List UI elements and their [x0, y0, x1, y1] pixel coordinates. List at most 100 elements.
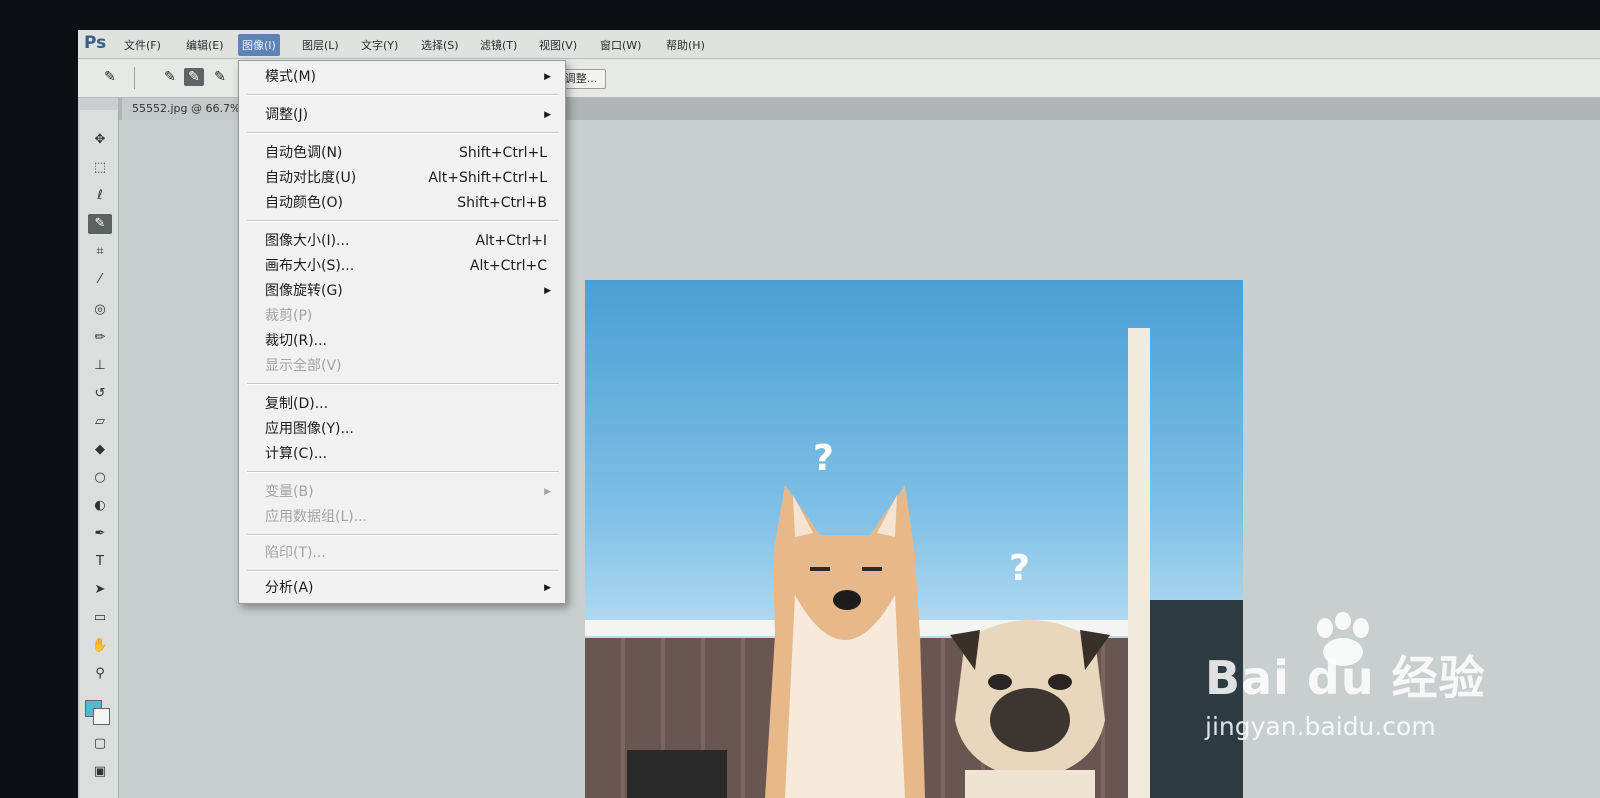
- menu-image[interactable]: 图像(I): [238, 34, 280, 56]
- submenu-arrow-icon: ▶: [544, 583, 551, 593]
- menu-item-label: 自动色调(N): [265, 145, 343, 161]
- menu-select[interactable]: 选择(S): [421, 37, 459, 53]
- bench: [627, 750, 727, 798]
- image-menu-dropdown: 模式(M) ▶ 调整(J) ▶ 自动色调(N) Shift+Ctrl+L 自动对…: [238, 60, 566, 604]
- menu-item-label: 陷印(T)...: [265, 545, 326, 561]
- menu-item-calculations[interactable]: 计算(C)...: [265, 442, 547, 466]
- menu-item-shortcut: Shift+Ctrl+B: [457, 195, 547, 211]
- eraser-tool-icon[interactable]: ▱: [88, 412, 112, 432]
- path-selection-icon[interactable]: ➤: [88, 580, 112, 600]
- menu-item-label: 图像旋转(G): [265, 283, 343, 299]
- blur-tool-icon[interactable]: ○: [88, 468, 112, 488]
- menu-item-auto-tone[interactable]: 自动色调(N) Shift+Ctrl+L: [265, 141, 547, 165]
- menu-separator: [247, 383, 559, 385]
- menu-item-shortcut: Alt+Ctrl+I: [475, 233, 547, 249]
- menu-item-apply-image[interactable]: 应用图像(Y)...: [265, 417, 547, 441]
- menu-item-label: 自动对比度(U): [265, 170, 357, 186]
- menu-file[interactable]: 文件(F): [124, 37, 161, 53]
- menu-item-label: 图像大小(I)...: [265, 233, 350, 249]
- menu-item-canvas-size[interactable]: 画布大小(S)... Alt+Ctrl+C: [265, 254, 547, 278]
- move-tool-icon[interactable]: ✥: [88, 130, 112, 150]
- marquee-tool-icon[interactable]: ⬚: [88, 158, 112, 178]
- menu-item-label: 模式(M): [265, 69, 317, 85]
- dodge-tool-icon[interactable]: ◐: [88, 496, 112, 516]
- brush-mode-icon[interactable]: ✎: [160, 68, 180, 86]
- menu-item-label: 应用图像(Y)...: [265, 421, 354, 437]
- menu-item-label: 调整(J): [265, 107, 309, 123]
- zoom-tool-icon[interactable]: ⚲: [88, 664, 112, 684]
- menu-item-reveal-all: 显示全部(V): [265, 354, 547, 378]
- menu-item-label: 显示全部(V): [265, 358, 342, 374]
- menu-item-shortcut: Alt+Shift+Ctrl+L: [428, 170, 547, 186]
- menu-item-label: 自动颜色(O): [265, 195, 343, 211]
- question-mark-right: ?: [1009, 548, 1030, 589]
- menu-item-label: 裁剪(P): [265, 308, 313, 324]
- menu-separator: [247, 570, 559, 572]
- question-mark-left: ?: [813, 438, 834, 479]
- type-tool-icon[interactable]: T: [88, 552, 112, 572]
- white-pole: [1128, 328, 1150, 798]
- options-divider: [134, 67, 135, 89]
- menu-item-trap: 陷印(T)...: [265, 541, 547, 565]
- menu-item-label: 裁切(R)...: [265, 333, 328, 349]
- shiba-dog-image: [765, 485, 925, 798]
- history-brush-icon[interactable]: ↺: [88, 384, 112, 404]
- clone-stamp-icon[interactable]: ⊥: [88, 356, 112, 376]
- menu-type[interactable]: 文字(Y): [361, 37, 398, 53]
- brush-preset-icon[interactable]: ✎: [100, 68, 120, 86]
- tools-panel: ✥ ⬚ ℓ ✎ ⌗ ⁄ ◎ ✏ ⊥ ↺ ▱ ◆ ○ ◐ ✒ T ➤ ▭ ✋ ⚲ …: [80, 110, 119, 798]
- menu-item-label: 应用数据组(L)...: [265, 509, 368, 525]
- healing-brush-icon[interactable]: ◎: [88, 300, 112, 320]
- menu-window[interactable]: 窗口(W): [600, 37, 641, 53]
- pen-tool-icon[interactable]: ✒: [88, 524, 112, 544]
- menu-bar: Ps 文件(F) 编辑(E) 图像(I) 图层(L) 文字(Y) 选择(S) 滤…: [78, 30, 1600, 59]
- menu-item-auto-color[interactable]: 自动颜色(O) Shift+Ctrl+B: [265, 191, 547, 215]
- menu-item-crop: 裁剪(P): [265, 304, 547, 328]
- menu-filter[interactable]: 滤镜(T): [480, 37, 517, 53]
- lasso-tool-icon[interactable]: ℓ: [88, 186, 112, 206]
- menu-item-trim[interactable]: 裁切(R)...: [265, 329, 547, 353]
- menu-separator: [247, 94, 559, 96]
- submenu-arrow-icon: ▶: [544, 110, 551, 120]
- menu-item-auto-contrast[interactable]: 自动对比度(U) Alt+Shift+Ctrl+L: [265, 166, 547, 190]
- menu-item-label: 画布大小(S)...: [265, 258, 355, 274]
- menu-item-variables: 变量(B) ▶: [265, 480, 551, 504]
- document-tab[interactable]: 55552.jpg @ 66.7%: [122, 98, 251, 120]
- menu-separator: [247, 534, 559, 536]
- document-canvas[interactable]: ? ?: [585, 280, 1243, 798]
- submenu-arrow-icon: ▶: [544, 72, 551, 82]
- menu-layer[interactable]: 图层(L): [302, 37, 339, 53]
- paint-bucket-icon[interactable]: ◆: [88, 440, 112, 460]
- menu-edit[interactable]: 编辑(E): [186, 37, 224, 53]
- screen-mode-icon[interactable]: ▣: [88, 762, 112, 782]
- menu-item-image-rotation[interactable]: 图像旋转(G) ▶: [265, 279, 551, 303]
- menu-separator: [247, 132, 559, 134]
- submenu-arrow-icon: ▶: [544, 286, 551, 296]
- brush-tool-icon[interactable]: ✏: [88, 328, 112, 348]
- background-color-swatch[interactable]: [93, 708, 110, 725]
- menu-item-label: 变量(B): [265, 484, 314, 500]
- menu-item-analysis[interactable]: 分析(A) ▶: [265, 576, 551, 600]
- brush-subtract-icon[interactable]: ✎: [210, 68, 230, 86]
- watermark-url: jingyan.baidu.com: [1205, 712, 1436, 741]
- baidu-jingyan-watermark: Bai du 经验 jingyan.baidu.com: [1205, 612, 1505, 752]
- menu-view[interactable]: 视图(V): [539, 37, 577, 53]
- menu-item-shortcut: Shift+Ctrl+L: [459, 145, 547, 161]
- shape-tool-icon[interactable]: ▭: [88, 608, 112, 628]
- menu-help[interactable]: 帮助(H): [666, 37, 705, 53]
- menu-item-duplicate[interactable]: 复制(D)...: [265, 392, 547, 416]
- menu-item-adjustments[interactable]: 调整(J) ▶: [265, 103, 551, 127]
- menu-item-mode[interactable]: 模式(M) ▶: [265, 65, 551, 89]
- menu-item-apply-data-set: 应用数据组(L)...: [265, 505, 547, 529]
- crop-tool-icon[interactable]: ⌗: [88, 242, 112, 262]
- brush-mode-selected-icon[interactable]: ✎: [184, 68, 204, 86]
- menu-separator: [247, 220, 559, 222]
- quick-mask-icon[interactable]: ▢: [88, 734, 112, 754]
- quick-selection-tool-icon[interactable]: ✎: [88, 214, 112, 234]
- ps-logo: Ps: [84, 33, 107, 53]
- menu-item-label: 复制(D)...: [265, 396, 329, 412]
- eyedropper-tool-icon[interactable]: ⁄: [88, 270, 112, 290]
- menu-separator: [247, 471, 559, 473]
- hand-tool-icon[interactable]: ✋: [88, 636, 112, 656]
- menu-item-image-size[interactable]: 图像大小(I)... Alt+Ctrl+I: [265, 229, 547, 253]
